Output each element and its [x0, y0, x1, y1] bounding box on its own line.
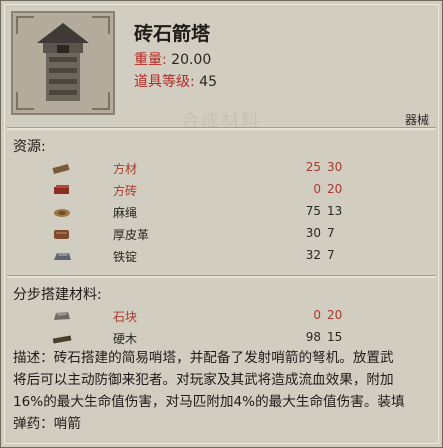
item-portrait [11, 11, 115, 115]
item-header: 砖石箭塔 重量: 20.00 道具等级: 45 合成材料 器械 [7, 7, 437, 132]
description-line: 弹药：哨箭 [13, 416, 81, 432]
weight-value: 20.00 [171, 52, 212, 68]
resource-need: 30 [327, 160, 343, 174]
item-level-label: 道具等级: [134, 74, 195, 90]
description-line: 将后可以主动防御来犯者。对玩家及其武将造成流血效果，附加 [13, 372, 394, 388]
item-category: 器械 [404, 113, 429, 127]
resource-row: 方材 25 30 [51, 157, 351, 179]
material-have: 98 [305, 330, 321, 344]
resource-have: 75 [305, 204, 321, 218]
resource-need: 7 [327, 248, 335, 262]
resource-need: 13 [327, 204, 343, 218]
resource-have: 25 [305, 160, 321, 174]
resource-row: 厚皮革 30 7 [51, 223, 351, 245]
item-tooltip-panel: 砖石箭塔 重量: 20.00 道具等级: 45 合成材料 器械 资源: 方材 2… [0, 0, 443, 448]
hemp-rope-icon [54, 209, 70, 217]
material-name: 硬木 [113, 332, 138, 346]
item-description: 描述：砖石搭建的简易哨塔，并配备了发射哨箭的弩机。放置武 将后可以主动防御来犯者… [13, 347, 437, 435]
resource-need: 7 [327, 226, 335, 240]
material-row: 石块 0 20 [51, 305, 351, 327]
resource-have: 32 [305, 248, 321, 262]
square-timber-icon [52, 164, 70, 174]
resource-name: 麻绳 [113, 206, 138, 220]
resource-name: 方砖 [113, 184, 138, 198]
material-name: 石块 [113, 310, 138, 324]
resource-have: 30 [305, 226, 321, 240]
description-line: 16%的最大生命值伤害，对马匹附加4%的最大生命值伤害。装填 [13, 394, 405, 410]
brick-icon [54, 185, 69, 194]
hardwood-icon [52, 335, 72, 344]
brick-arrow-tower-icon [37, 23, 89, 101]
resource-name: 厚皮革 [113, 228, 150, 242]
thick-leather-icon [54, 230, 69, 239]
resource-name: 铁锭 [113, 250, 138, 264]
resource-row: 麻绳 75 13 [51, 201, 351, 223]
resource-need: 20 [327, 182, 343, 196]
resource-name: 方材 [113, 162, 138, 176]
divider [7, 275, 436, 278]
resource-row: 方砖 0 20 [51, 179, 351, 201]
material-need: 15 [327, 330, 343, 344]
material-row: 硬木 98 15 [51, 327, 351, 349]
resource-have: 0 [313, 182, 321, 196]
weight-label: 重量: [134, 52, 167, 68]
item-level-stat: 道具等级: 45 [134, 71, 217, 91]
material-have: 0 [313, 308, 321, 322]
item-title: 砖石箭塔 [134, 23, 211, 45]
resources-title: 资源: [13, 139, 46, 155]
divider [7, 127, 436, 130]
weight-stat: 重量: 20.00 [134, 49, 211, 69]
item-level-value: 45 [199, 74, 217, 90]
iron-ingot-icon [54, 253, 71, 260]
description-line: 描述：砖石搭建的简易哨塔，并配备了发射哨箭的弩机。放置武 [13, 350, 394, 366]
stone-block-icon [54, 312, 70, 320]
resource-row: 铁锭 32 7 [51, 245, 351, 267]
material-need: 20 [327, 308, 343, 322]
stage-materials-title: 分步搭建材料: [13, 287, 102, 303]
